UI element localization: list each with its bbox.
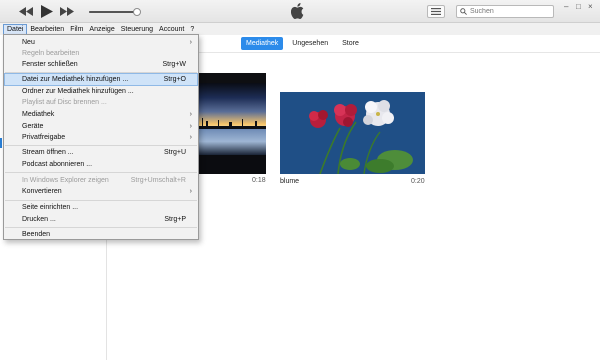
menu-item-stream-oeffnen[interactable]: Stream öffnen ... Strg+U — [5, 147, 197, 158]
shortcut-label: Strg+W — [162, 61, 186, 68]
volume-fill — [89, 11, 137, 13]
minimize-button[interactable]: – — [564, 2, 568, 11]
menu-item-privatfreigabe[interactable]: Privatfreigabe › — [5, 132, 197, 143]
maximize-button[interactable]: □ — [576, 2, 581, 11]
media-duration: 0:20 — [411, 178, 425, 185]
close-button[interactable]: × — [588, 2, 593, 11]
menu-item-beenden[interactable]: Beenden — [5, 229, 197, 240]
fast-forward-icon[interactable] — [59, 4, 75, 19]
menu-separator — [5, 227, 197, 228]
search-input[interactable] — [470, 8, 552, 15]
menu-item-neu[interactable]: Neu › — [5, 37, 197, 48]
volume-knob[interactable] — [132, 8, 141, 16]
media-title: blume — [280, 178, 300, 185]
submenu-arrow-icon: › — [189, 188, 192, 195]
search-icon — [460, 8, 467, 15]
menu-item-drucken[interactable]: Drucken ... Strg+P — [5, 214, 197, 225]
volume-slider[interactable] — [89, 8, 141, 16]
media-duration: 0:18 — [252, 177, 266, 184]
menu-separator — [5, 72, 197, 73]
list-view-button[interactable] — [427, 5, 445, 18]
menu-item-datei-hinzufuegen[interactable]: Datei zur Mediathek hinzufügen ... Strg+… — [4, 73, 198, 86]
view-tabs: Mediathek Ungesehen Store — [241, 36, 364, 50]
apple-logo-icon — [290, 3, 304, 21]
menu-help[interactable]: ? — [187, 24, 197, 35]
play-icon[interactable] — [39, 3, 55, 20]
tab-ungesehen[interactable]: Ungesehen — [287, 37, 333, 50]
toolbar: – □ × — [0, 0, 600, 23]
menu-item-ordner-hinzufuegen[interactable]: Ordner zur Mediathek hinzufügen ... — [5, 86, 197, 97]
menu-bearbeiten[interactable]: Bearbeiten — [27, 24, 67, 35]
menu-item-regeln-bearbeiten: Regeln bearbeiten — [22, 50, 80, 57]
menu-film[interactable]: Film — [67, 24, 86, 35]
menu-separator — [5, 145, 197, 146]
menu-account[interactable]: Account — [156, 24, 187, 35]
shortcut-label: Strg+P — [164, 216, 186, 223]
menu-item-mediathek[interactable]: Mediathek › — [5, 109, 197, 120]
menu-steuerung[interactable]: Steuerung — [118, 24, 156, 35]
search-box[interactable] — [456, 5, 554, 18]
menu-item-konvertieren[interactable]: Konvertieren › — [5, 186, 197, 197]
submenu-arrow-icon: › — [189, 134, 192, 141]
menu-item-seite-einrichten[interactable]: Seite einrichten ... — [5, 202, 197, 213]
rewind-icon[interactable] — [18, 4, 34, 19]
shortcut-label: Strg+Umschalt+R — [130, 177, 186, 184]
sidebar — [0, 35, 2, 360]
sidebar-selection-marker — [0, 138, 2, 148]
submenu-arrow-icon: › — [189, 123, 192, 130]
menu-anzeige[interactable]: Anzeige — [86, 24, 117, 35]
video-thumbnail[interactable] — [198, 73, 266, 174]
menu-datei[interactable]: Datei — [3, 23, 28, 35]
menu-item-fenster-schliessen[interactable]: Fenster schließen Strg+W — [5, 59, 197, 70]
list-view-icon — [431, 8, 441, 15]
shortcut-label: Strg+O — [163, 76, 186, 83]
menu-separator — [5, 172, 197, 173]
tab-mediathek[interactable]: Mediathek — [241, 36, 284, 50]
submenu-arrow-icon: › — [189, 39, 192, 46]
menu-item-explorer-zeigen: In Windows Explorer zeigen Strg+Umschalt… — [22, 177, 186, 184]
submenu-arrow-icon: › — [189, 111, 192, 118]
tab-store[interactable]: Store — [337, 37, 364, 50]
media-tile[interactable]: 0:18 — [198, 73, 268, 189]
file-menu-dropdown: Neu › Regeln bearbeiten Fenster schließe… — [3, 34, 199, 240]
menu-item-geraete[interactable]: Geräte › — [5, 121, 197, 132]
menu-item-playlist-brennen: Playlist auf Disc brennen ... — [22, 99, 107, 106]
media-tile[interactable]: blume 0:20 — [280, 92, 426, 189]
video-thumbnail[interactable] — [280, 92, 425, 174]
shortcut-label: Strg+U — [164, 149, 186, 156]
menu-separator — [5, 200, 197, 201]
menu-item-podcast-abonnieren[interactable]: Podcast abonnieren ... — [5, 159, 197, 170]
